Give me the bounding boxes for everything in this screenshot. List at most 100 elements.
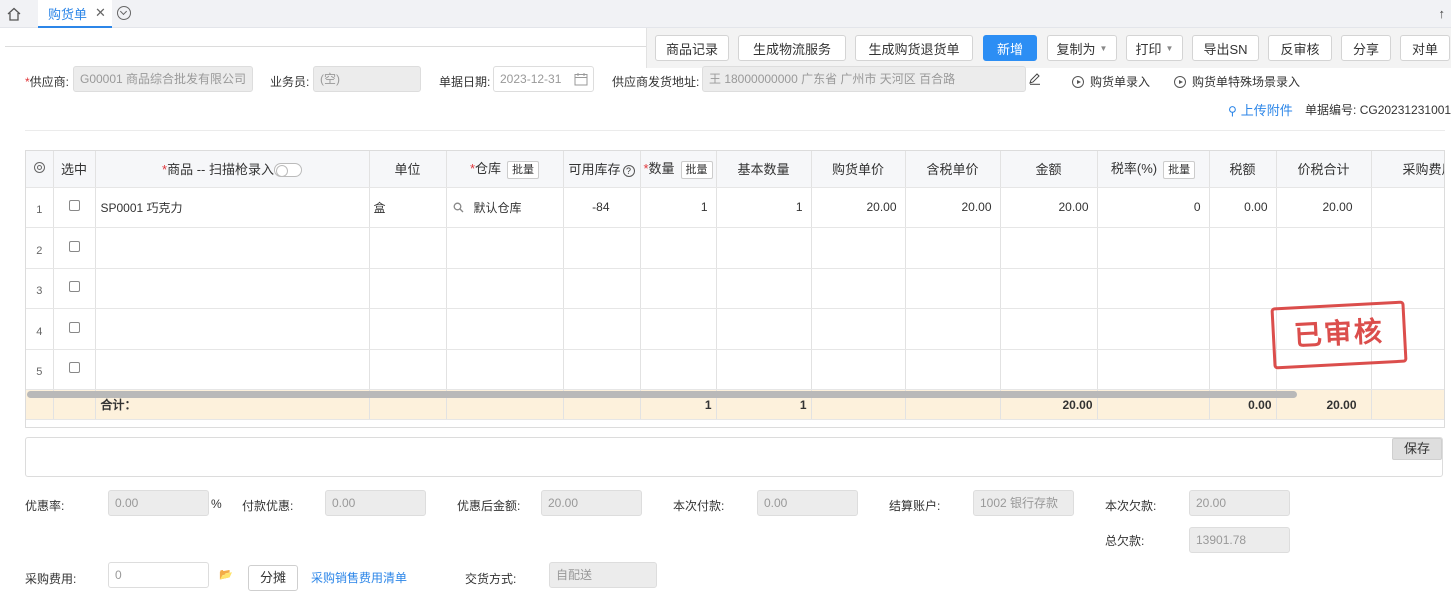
col-tax-price: 含税单价 (905, 151, 1001, 188)
fee-list-link[interactable]: 采购销售费用清单 (311, 569, 407, 586)
batch-qty-button[interactable]: 批量 (680, 161, 713, 180)
chevron-down-icon[interactable] (117, 6, 131, 20)
row-checkbox[interactable] (68, 240, 80, 252)
col-total: 价税合计 (1276, 151, 1372, 188)
print-button[interactable]: 打印 ▼ (1126, 35, 1183, 61)
this-debt-label: 本次欠款: (1105, 499, 1157, 513)
allocate-button[interactable]: 分摊 (248, 565, 298, 591)
memo-textarea[interactable] (25, 437, 1443, 477)
share-button[interactable]: 分享 (1341, 35, 1391, 61)
table-row[interactable]: 3 (26, 268, 1444, 309)
after-discount-label: 优惠后金额: (457, 499, 521, 513)
arrow-up-icon[interactable]: ↑ (1439, 6, 1446, 21)
batch-taxrate-button[interactable]: 批量 (1163, 161, 1196, 180)
supplier-input[interactable]: G00001 商品综合批发有限公司 (73, 66, 253, 92)
play-icon (1174, 76, 1186, 88)
cell-warehouse[interactable]: 默认仓库 (446, 187, 564, 228)
date-label: 单据日期: (439, 75, 491, 89)
items-table: 选中 *商品 -- 扫描枪录入 单位 *仓库 批量 可用库存? *数量 批量 基本数… (25, 150, 1445, 428)
scanner-toggle[interactable] (273, 163, 302, 178)
copy-as-label: 复制为 (1056, 41, 1096, 57)
settings-icon-header[interactable] (26, 151, 54, 188)
cell-price[interactable]: 20.00 (811, 187, 906, 228)
row-checkbox[interactable] (68, 200, 80, 212)
this-debt-input[interactable]: 20.00 (1189, 490, 1290, 516)
payment-discount-input[interactable]: 0.00 (325, 490, 426, 516)
horizontal-scrollbar[interactable] (27, 391, 1297, 398)
delivery-input[interactable]: 自配送 (549, 562, 657, 588)
row-number: 4 (26, 308, 54, 350)
supplier-label: *供应商: (25, 75, 70, 89)
cell-base-qty: 1 (716, 187, 812, 228)
cell-total: 20.00 (1276, 187, 1372, 228)
purchase-fee-input[interactable]: 0 (108, 562, 209, 588)
this-payment-input[interactable]: 0.00 (757, 490, 858, 516)
address-input[interactable]: 王 18000000000 广东省 广州市 天河区 百合路 (702, 66, 1026, 92)
date-value: 2023-12-31 (500, 72, 562, 86)
edit-icon[interactable] (1028, 72, 1041, 85)
col-unit: 单位 (369, 151, 447, 188)
tab-label: 购货单 (48, 6, 88, 22)
salesman-label: 业务员: (270, 75, 310, 89)
cell-qty[interactable]: 1 (640, 187, 717, 228)
gear-icon[interactable] (33, 161, 46, 174)
copy-as-button[interactable]: 复制为 ▼ (1047, 35, 1117, 61)
cell-fee[interactable] (1371, 187, 1444, 228)
payment-discount-label: 付款优惠: (242, 499, 294, 513)
upload-attachment-link[interactable]: ⚲ 上传附件 (1228, 100, 1293, 119)
date-input[interactable]: 2023-12-31 (493, 66, 594, 92)
export-sn-button[interactable]: 导出SN (1192, 35, 1259, 61)
tab-bar: 购货单 ✕ ↑ (0, 0, 1451, 28)
col-base-qty: 基本数量 (716, 151, 812, 188)
caret-down-icon: ▼ (1099, 43, 1108, 53)
table-row[interactable]: 1 SP0001 巧克力 盒 默认仓库 -84 1 1 20.00 20.00 … (26, 187, 1444, 228)
cell-stock: -84 (563, 187, 641, 228)
total-debt-input[interactable]: 13901.78 (1189, 527, 1290, 553)
goods-record-button[interactable]: 商品记录 (655, 35, 729, 61)
col-warehouse: *仓库 批量 (446, 151, 564, 188)
panel-top-border (5, 46, 646, 47)
save-button[interactable]: 保存 (1392, 438, 1442, 460)
row-checkbox[interactable] (68, 321, 80, 333)
cell-product[interactable]: SP0001 巧克力 (95, 187, 370, 228)
salesman-input[interactable]: (空) (313, 66, 421, 92)
settle-account-label: 结算账户: (889, 499, 941, 513)
table-row[interactable]: 5 (26, 349, 1444, 390)
row-checkbox[interactable] (68, 362, 80, 374)
batch-warehouse-button[interactable]: 批量 (507, 161, 540, 180)
reverse-audit-button[interactable]: 反审核 (1268, 35, 1332, 61)
cell-tax-rate[interactable]: 0 (1097, 187, 1210, 228)
col-product: *商品 -- 扫描枪录入 (95, 151, 370, 188)
settle-account-input[interactable]: 1002 银行存款 (973, 490, 1074, 516)
cell-tax-price[interactable]: 20.00 (905, 187, 1001, 228)
home-icon[interactable] (6, 6, 22, 22)
doc-number: 单据编号: CG20231231001 (1305, 103, 1451, 117)
calendar-icon[interactable] (574, 72, 588, 86)
row-number: 2 (26, 227, 54, 269)
row-number: 3 (26, 268, 54, 309)
cell-amount[interactable]: 20.00 (1000, 187, 1098, 228)
col-tax-rate: 税率(%) 批量 (1097, 151, 1210, 188)
search-icon[interactable] (453, 202, 464, 213)
gen-return-button[interactable]: 生成购货退货单 (855, 35, 973, 61)
cell-unit[interactable]: 盒 (369, 187, 447, 228)
reconcile-button[interactable]: 对单 (1400, 35, 1450, 61)
tab-purchase-order[interactable]: 购货单 ✕ (38, 0, 112, 28)
percent-label: % (211, 497, 222, 511)
row-number: 1 (26, 187, 54, 228)
special-entry-link[interactable]: 购货单特殊场景录入 (1174, 73, 1300, 90)
entry-link[interactable]: 购货单录入 (1072, 73, 1150, 90)
col-price: 购货单价 (811, 151, 906, 188)
discount-rate-input[interactable]: 0.00 (108, 490, 209, 516)
gen-logistics-button[interactable]: 生成物流服务 (738, 35, 846, 61)
after-discount-input[interactable]: 20.00 (541, 490, 642, 516)
table-row[interactable]: 4 (26, 308, 1444, 350)
folder-icon[interactable]: 📂 (219, 568, 233, 581)
close-icon[interactable]: ✕ (95, 5, 106, 21)
add-new-button[interactable]: 新增 (983, 35, 1037, 61)
audited-stamp: 已审核 (1270, 300, 1408, 370)
table-row[interactable]: 2 (26, 227, 1444, 269)
discount-rate-label: 优惠率: (25, 499, 65, 513)
help-icon[interactable]: ? (622, 165, 635, 178)
row-checkbox[interactable] (68, 281, 80, 293)
